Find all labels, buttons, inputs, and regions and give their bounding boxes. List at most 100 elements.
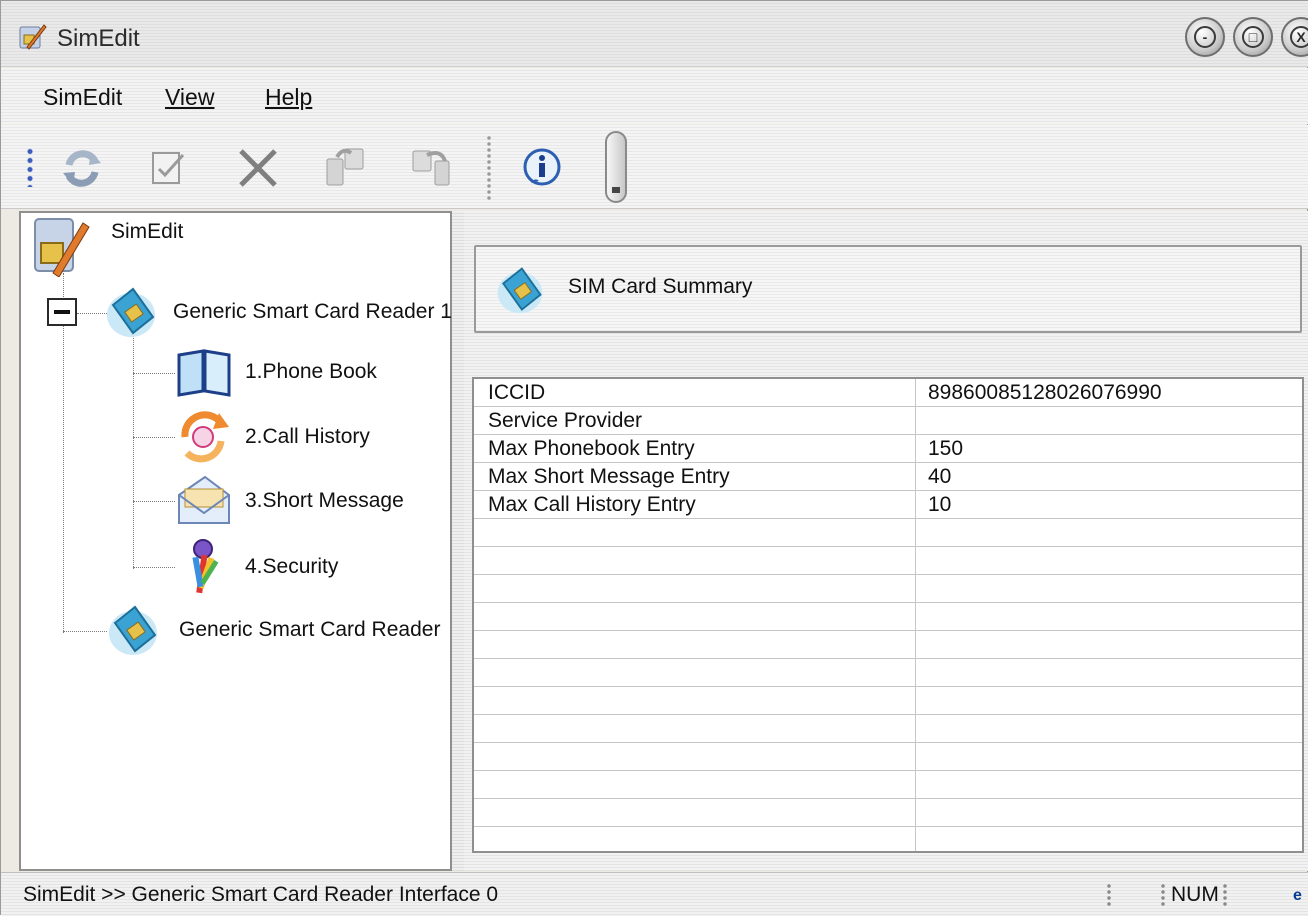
refresh-icon (63, 150, 101, 187)
info-icon (523, 148, 561, 186)
row-value: 89860085128026076990 (928, 381, 1162, 404)
tree-item-call-history-label: 2.Call History (245, 425, 370, 448)
empty-table-row (474, 659, 1302, 687)
table-row[interactable]: ICCID 89860085128026076990 (474, 379, 1302, 407)
empty-table-row (474, 631, 1302, 659)
tree-item-reader-2-label: Generic Smart Card Reader (179, 618, 441, 641)
menu-bar: SimEdit View Help (1, 68, 1308, 124)
summary-panel: SIM Card Summary ICCID 89860085128026076… (464, 211, 1308, 871)
status-path: SimEdit >> Generic Smart Card Reader Int… (23, 883, 499, 906)
toolbar (1, 125, 1308, 209)
row-value: 10 (928, 493, 952, 516)
empty-table-row (474, 743, 1302, 771)
table-row[interactable]: Max Short Message Entry 40 (474, 463, 1302, 491)
tree-item-reader-2[interactable]: Generic Smart Card Reader (105, 601, 440, 659)
app-icon (19, 24, 47, 50)
panel-splitter[interactable] (452, 211, 464, 871)
menu-view-label: View (165, 84, 215, 110)
tree-item-reader-1-label: Generic Smart Card Reader 1 (173, 300, 452, 323)
empty-table-row (474, 519, 1302, 547)
minimize-button[interactable]: - (1185, 17, 1225, 57)
row-name: Max Phonebook Entry (488, 437, 695, 460)
about-button[interactable] (513, 139, 571, 197)
row-value: 40 (928, 465, 952, 488)
status-separator (1107, 883, 1111, 907)
empty-table-row (474, 547, 1302, 575)
toolbar-overflow-handle[interactable] (605, 131, 627, 203)
table-row[interactable]: Service Provider (474, 407, 1302, 435)
close-button[interactable]: X (1281, 17, 1308, 57)
tree-line-child1 (133, 373, 175, 374)
tree-item-reader-1[interactable]: Generic Smart Card Reader 1 (103, 283, 452, 341)
table-row[interactable]: Max Phonebook Entry 150 (474, 435, 1302, 463)
delete-button[interactable] (229, 139, 287, 197)
tree-line-child4 (133, 567, 175, 568)
empty-table-row (474, 771, 1302, 799)
summary-table[interactable]: ICCID 89860085128026076990 Service Provi… (472, 377, 1304, 853)
sim-card-icon (105, 601, 161, 659)
tree-item-short-message-label: 3.Short Message (245, 489, 404, 512)
tree-item-phone-book-label: 1.Phone Book (245, 360, 377, 383)
summary-header: SIM Card Summary (474, 245, 1302, 333)
empty-table-row (474, 603, 1302, 631)
num-lock-indicator: NUM (1171, 883, 1219, 906)
menu-view[interactable]: View (165, 84, 214, 111)
empty-table-row (474, 575, 1302, 603)
empty-table-row (474, 799, 1302, 827)
menu-simedit[interactable]: SimEdit (43, 84, 122, 111)
table-row[interactable]: Max Call History Entry 10 (474, 491, 1302, 519)
tree-item-short-message[interactable]: 3.Short Message (175, 473, 404, 529)
tree-item-security-label: 4.Security (245, 555, 339, 578)
row-value: 150 (928, 437, 964, 460)
title-bar[interactable]: SimEdit - □ X (1, 1, 1308, 67)
row-name: Max Short Message Entry (488, 465, 730, 488)
maximize-button[interactable]: □ (1233, 17, 1273, 57)
delete-icon (239, 149, 277, 187)
refresh-button[interactable] (53, 139, 111, 197)
tree-item-phone-book[interactable]: 1.Phone Book (175, 347, 377, 397)
tree-line-reader2 (63, 631, 107, 632)
edit-button[interactable] (139, 139, 197, 197)
collapse-toggle[interactable] (47, 298, 77, 326)
tree-root-simedit[interactable]: SimEdit (31, 215, 183, 277)
sim-card-icon (103, 283, 159, 341)
empty-table-row (474, 687, 1302, 715)
empty-table-row (474, 715, 1302, 743)
status-bar: SimEdit >> Generic Smart Card Reader Int… (1, 872, 1308, 916)
tree-line-child3 (133, 501, 175, 502)
copy-to-sim-icon (326, 148, 364, 186)
row-name: ICCID (488, 381, 546, 404)
tree-item-security[interactable]: 4.Security (175, 537, 338, 597)
simedit-app-icon (31, 215, 91, 277)
window-title: SimEdit (57, 25, 140, 52)
tree-item-call-history[interactable]: 2.Call History (175, 409, 370, 465)
minimize-icon: - (1194, 26, 1216, 48)
tree-line-child2 (133, 437, 175, 438)
simedit-window: SimEdit - □ X SimEdit View Help SimEdit … (0, 0, 1308, 916)
row-name: Max Call History Entry (488, 493, 696, 516)
toolbar-grip-icon[interactable] (25, 147, 35, 187)
copy-from-sim-icon (412, 150, 450, 186)
maximize-icon: □ (1242, 26, 1264, 48)
tree-line-children (133, 331, 134, 569)
edit-icon (152, 152, 185, 184)
copy-from-sim-button[interactable] (403, 139, 461, 197)
minus-icon (54, 310, 70, 314)
toolbar-separator (487, 135, 491, 201)
close-icon: X (1290, 26, 1308, 48)
copy-to-sim-button[interactable] (315, 139, 373, 197)
menu-help[interactable]: Help (265, 84, 312, 111)
status-separator (1161, 883, 1165, 907)
status-separator (1223, 883, 1227, 907)
menu-help-label: Help (265, 84, 313, 110)
row-name: Service Provider (488, 409, 643, 432)
summary-title: SIM Card Summary (568, 275, 753, 298)
navigation-tree[interactable]: SimEdit Generic Smart Card Reader 1 1.Ph… (19, 211, 452, 871)
chevron-down-icon (612, 187, 620, 193)
empty-table-row (474, 827, 1302, 851)
call-history-icon (175, 409, 233, 465)
phone-book-icon (175, 347, 233, 397)
envelope-icon (175, 473, 233, 529)
tree-line-root (63, 273, 64, 633)
sim-card-icon (492, 263, 548, 317)
